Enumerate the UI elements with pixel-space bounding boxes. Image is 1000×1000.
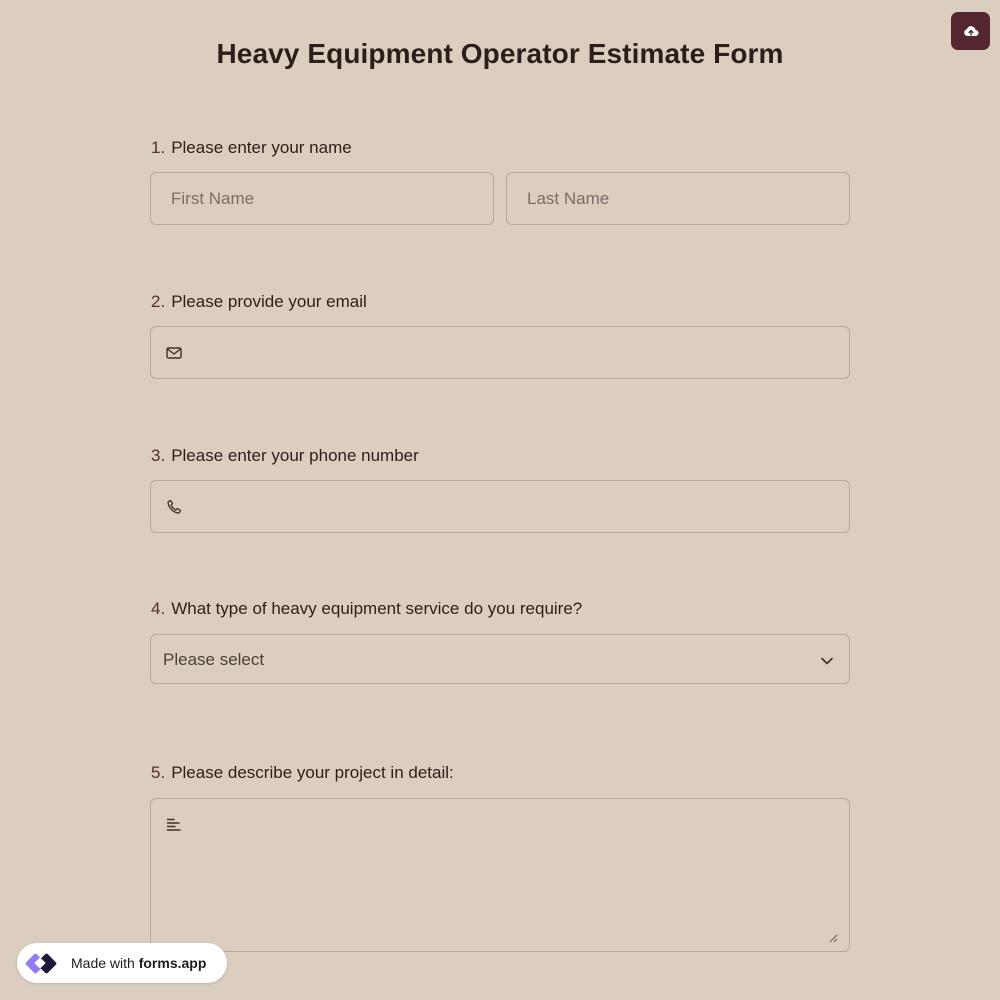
cloud-upload-icon xyxy=(963,26,978,36)
question-5-label: 5. Please describe your project in detail… xyxy=(151,763,454,783)
last-name-placeholder: Last Name xyxy=(527,189,610,208)
service-type-select[interactable]: Please select xyxy=(150,634,850,684)
question-number: 3. xyxy=(151,446,166,465)
badge-prefix: Made with xyxy=(71,955,135,971)
first-name-placeholder: First Name xyxy=(171,189,255,208)
badge-brand: forms.app xyxy=(138,955,207,971)
badge-text: Made with forms.app xyxy=(71,955,206,971)
forms-app-logo-icon xyxy=(25,953,57,974)
question-3-label: 3. Please enter your phone number xyxy=(151,446,419,466)
mail-icon xyxy=(166,347,182,359)
first-name-input[interactable]: First Name xyxy=(150,172,494,225)
question-number: 4. xyxy=(151,599,166,618)
question-number: 5. xyxy=(151,763,166,782)
form-title: Heavy Equipment Operator Estimate Form xyxy=(216,38,784,69)
question-text: Please provide your email xyxy=(171,292,367,311)
phone-input[interactable] xyxy=(150,480,850,533)
form-page: Heavy Equipment Operator Estimate Form 1… xyxy=(0,0,1000,1000)
email-input[interactable] xyxy=(150,326,850,379)
question-2-label: 2. Please provide your email xyxy=(151,292,367,312)
project-description-textarea[interactable] xyxy=(150,798,850,952)
question-1-label: 1. Please enter your name xyxy=(151,138,352,158)
question-text: Please enter your phone number xyxy=(171,446,419,465)
text-align-icon xyxy=(166,818,181,831)
question-4-label: 4. What type of heavy equipment service d… xyxy=(151,599,582,619)
made-with-badge[interactable]: Made with forms.app xyxy=(17,943,227,983)
select-value: Please select xyxy=(163,650,265,669)
question-text: What type of heavy equipment service do … xyxy=(171,599,583,618)
question-number: 2. xyxy=(151,292,166,311)
question-text: Please describe your project in detail: xyxy=(171,763,454,782)
last-name-input[interactable]: Last Name xyxy=(506,172,850,225)
question-number: 1. xyxy=(151,138,166,157)
question-text: Please enter your name xyxy=(171,138,352,157)
phone-icon xyxy=(167,499,182,514)
resize-handle-icon[interactable] xyxy=(828,933,838,943)
chevron-down-icon xyxy=(821,657,833,665)
